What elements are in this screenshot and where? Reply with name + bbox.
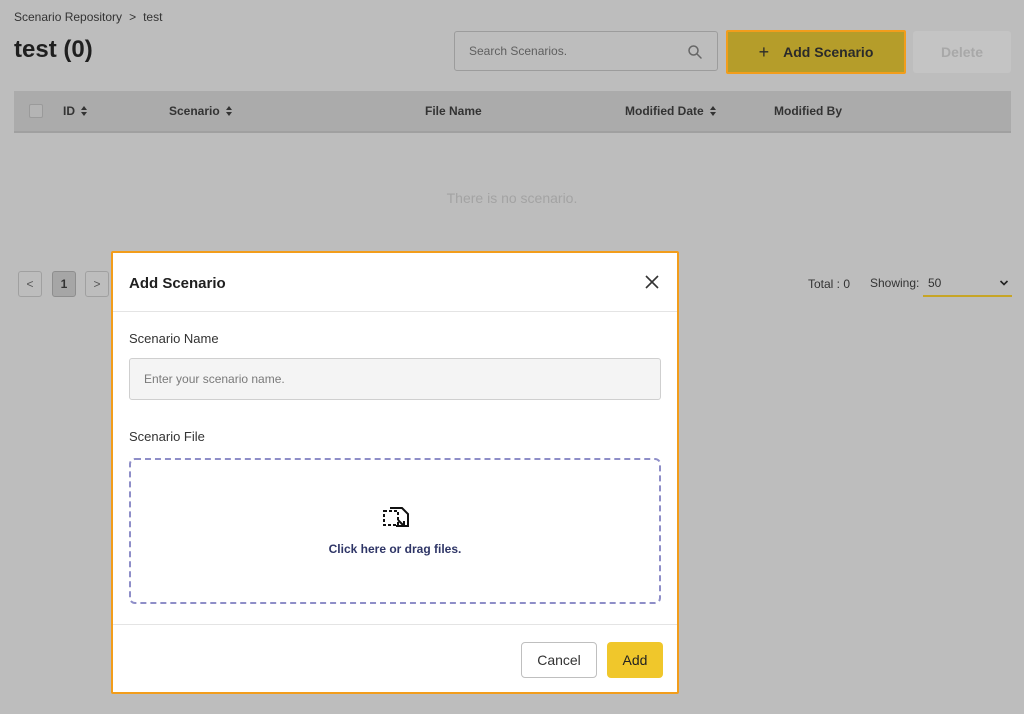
select-all-checkbox[interactable] (29, 104, 43, 118)
delete-button[interactable]: Delete (913, 31, 1011, 73)
breadcrumb-separator: > (129, 10, 137, 24)
search-input[interactable] (455, 32, 675, 70)
column-modified-date-label: Modified Date (625, 104, 704, 118)
column-id-label: ID (63, 104, 75, 118)
search-icon[interactable] (687, 44, 703, 60)
add-scenario-label: Add Scenario (783, 44, 874, 60)
breadcrumb: Scenario Repository > test (14, 10, 162, 24)
dialog-header-divider (113, 311, 677, 312)
showing-label: Showing: (870, 276, 920, 290)
page-size-select[interactable]: 50 (923, 269, 1012, 297)
cancel-button[interactable]: Cancel (521, 642, 597, 678)
scenario-file-label: Scenario File (129, 429, 205, 444)
scenario-name-label: Scenario Name (129, 331, 219, 346)
chevron-down-icon (999, 280, 1009, 286)
prev-page-button[interactable]: < (18, 271, 42, 297)
search-box[interactable] (454, 31, 718, 71)
dropzone-text: Click here or drag files. (328, 542, 462, 556)
close-icon[interactable] (645, 275, 659, 289)
page-number-button[interactable]: 1 (52, 271, 76, 297)
page-title: test (0) (14, 36, 93, 63)
sort-icon[interactable] (709, 106, 717, 116)
scenario-name-input[interactable] (129, 358, 661, 400)
file-dropzone[interactable]: Click here or drag files. (129, 458, 661, 604)
total-count: Total : 0 (808, 277, 851, 291)
add-scenario-button[interactable]: + Add Scenario (726, 30, 906, 74)
empty-message: There is no scenario. (446, 190, 578, 206)
column-modified-by-label: Modified By (774, 104, 842, 118)
sort-icon[interactable] (81, 106, 88, 116)
table-header: ID Scenario File Name Modified Date Modi… (14, 91, 1011, 133)
add-scenario-dialog: Add Scenario Scenario Name Scenario File… (111, 251, 679, 694)
next-page-button[interactable]: > (85, 271, 109, 297)
column-scenario[interactable]: Scenario (169, 104, 233, 118)
file-upload-icon (383, 507, 409, 527)
column-file-name: File Name (425, 104, 482, 118)
column-modified-date[interactable]: Modified Date (625, 104, 717, 118)
dialog-footer-divider (113, 624, 677, 625)
add-button[interactable]: Add (607, 642, 663, 678)
column-id[interactable]: ID (63, 104, 88, 118)
column-file-name-label: File Name (425, 104, 482, 118)
column-modified-by: Modified By (774, 104, 842, 118)
breadcrumb-root[interactable]: Scenario Repository (14, 10, 122, 24)
sort-icon[interactable] (225, 106, 233, 116)
column-scenario-label: Scenario (169, 104, 220, 118)
page-size-value: 50 (928, 276, 942, 290)
breadcrumb-current: test (143, 10, 163, 24)
plus-icon: + (758, 41, 770, 62)
dialog-title: Add Scenario (129, 275, 226, 292)
